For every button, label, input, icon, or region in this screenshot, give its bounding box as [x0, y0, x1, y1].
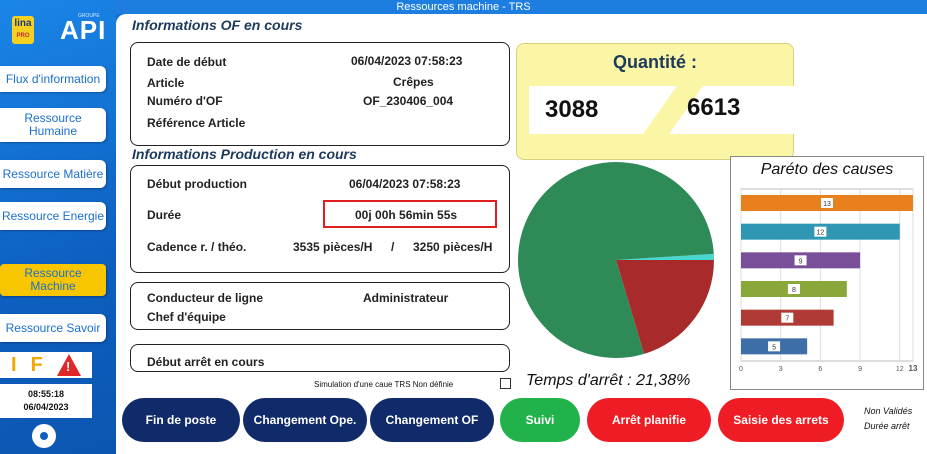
- clock-date: 06/04/2023: [23, 402, 69, 412]
- arret-planifie-button[interactable]: Arrêt planifie: [587, 398, 711, 442]
- simulation-checkbox[interactable]: [500, 378, 511, 389]
- pareto-frame: [740, 188, 914, 362]
- cadence-reelle-value: 3535 pièces/H: [293, 240, 373, 254]
- chef-equipe-label: Chef d'équipe: [147, 310, 226, 324]
- clock-time: 08:55:18: [27, 389, 65, 399]
- date-debut-value: 06/04/2023 07:58:23: [351, 54, 463, 68]
- pareto-chart-panel: Paréto des causes 0 3 6 9 12 13 13 12 9 8 7 5: [730, 156, 924, 390]
- article-value: Crêpes: [393, 75, 434, 89]
- pareto-tick-label: 12: [896, 366, 904, 373]
- sidebar-item-ressource-humaine[interactable]: Ressource Humaine: [0, 108, 106, 142]
- fault-indicator[interactable]: F: [31, 354, 43, 377]
- pareto-tick-label: 13: [909, 364, 918, 373]
- alerts-bar: I F !: [0, 352, 92, 378]
- pareto-tick-label: 9: [858, 366, 862, 373]
- cadence-separator: /: [391, 240, 395, 254]
- ref-article-label: Référence Article: [147, 116, 246, 130]
- saisie-arrets-button[interactable]: Saisie des arrets: [718, 398, 844, 442]
- temps-arret-label: Temps d'arrêt : 21,38%: [526, 372, 691, 389]
- pareto-data-label: 5: [772, 344, 776, 351]
- debut-production-value: 06/04/2023 07:58:23: [349, 177, 461, 191]
- of-section-title: Informations OF en cours: [132, 17, 303, 33]
- main-panel: Informations OF en cours Date de début 0…: [116, 14, 927, 454]
- trs-pie-chart: [518, 162, 714, 358]
- date-debut-label: Date de début: [147, 55, 227, 69]
- pareto-chart: 0 3 6 9 12 13 13 12 9 8 7 5: [739, 188, 918, 373]
- duree-label: Durée: [147, 208, 182, 222]
- pareto-data-label: 13: [823, 201, 831, 208]
- pareto-data-label: 7: [785, 316, 789, 323]
- pareto-data-label: 8: [792, 287, 796, 294]
- changement-of-button[interactable]: Changement OF: [370, 398, 494, 442]
- debut-arret-label: Début arrêt en cours: [147, 355, 265, 369]
- pareto-tick-label: 6: [818, 366, 822, 373]
- article-label: Article: [147, 76, 185, 90]
- pareto-title: Paréto des causes: [760, 161, 894, 178]
- numero-of-label: Numéro d'OF: [147, 94, 223, 108]
- cadence-theo-value: 3250 pièces/H: [413, 240, 493, 254]
- warning-icon[interactable]: !: [56, 354, 81, 376]
- sidebar: lina PRO GROUPE API Flux d'information Re…: [0, 0, 116, 454]
- duree-arret-label: Durée arrêt: [864, 421, 910, 431]
- legend-right: Non Validés Durée arrêt: [864, 404, 912, 434]
- pareto-data-label: 12: [816, 230, 824, 237]
- prod-section-title: Informations Production en cours: [132, 146, 357, 162]
- debut-production-label: Début production: [147, 177, 247, 191]
- lina-logo: lina PRO: [12, 16, 34, 44]
- sidebar-item-ressource-energie[interactable]: Ressource Energie: [0, 202, 106, 230]
- gear-icon[interactable]: [32, 424, 56, 448]
- numero-of-value: OF_230406_004: [363, 94, 454, 108]
- clock: 08:55:18 06/04/2023: [0, 384, 92, 418]
- cadence-label: Cadence r. / théo.: [147, 240, 247, 254]
- team-card: Conducteur de ligne Administrateur Chef …: [130, 282, 510, 330]
- quantity-panel: Quantité : 3088 6613: [516, 43, 795, 160]
- prod-info-card: Début production 06/04/2023 07:58:23 Dur…: [130, 165, 510, 273]
- sidebar-item-ressource-machine[interactable]: Ressource Machine: [0, 264, 106, 296]
- conducteur-value: Administrateur: [363, 291, 449, 305]
- of-info-card: Date de début 06/04/2023 07:58:23 Articl…: [130, 42, 510, 146]
- fin-de-poste-button[interactable]: Fin de poste: [122, 398, 240, 442]
- non-valides-label: Non Validés: [864, 406, 913, 416]
- sidebar-item-ressource-savoir[interactable]: Ressource Savoir: [0, 314, 106, 342]
- duree-value: 00j 00h 56min 55s: [355, 208, 458, 222]
- quantity-title: Quantité :: [613, 52, 697, 72]
- suivi-button[interactable]: Suivi: [500, 398, 580, 442]
- pareto-tick-label: 3: [779, 366, 783, 373]
- pareto-tick-label: 0: [739, 366, 743, 373]
- quantity-produced: 3088: [545, 96, 599, 123]
- window-title: Ressources machine - TRS: [0, 0, 927, 14]
- conducteur-label: Conducteur de ligne: [147, 291, 264, 305]
- simulation-label: Simulation d'une caue TRS Non définie: [314, 380, 454, 389]
- pareto-data-label: 9: [799, 258, 803, 265]
- api-logo: API: [60, 15, 107, 45]
- arret-card: Début arrêt en cours: [130, 344, 510, 372]
- changement-ope-button[interactable]: Changement Ope.: [243, 398, 367, 442]
- info-indicator[interactable]: I: [11, 354, 17, 377]
- sidebar-item-ressource-matiere[interactable]: Ressource Matière: [0, 160, 106, 188]
- quantity-target: 6613: [687, 94, 741, 121]
- sidebar-item-flux[interactable]: Flux d'information: [0, 66, 106, 92]
